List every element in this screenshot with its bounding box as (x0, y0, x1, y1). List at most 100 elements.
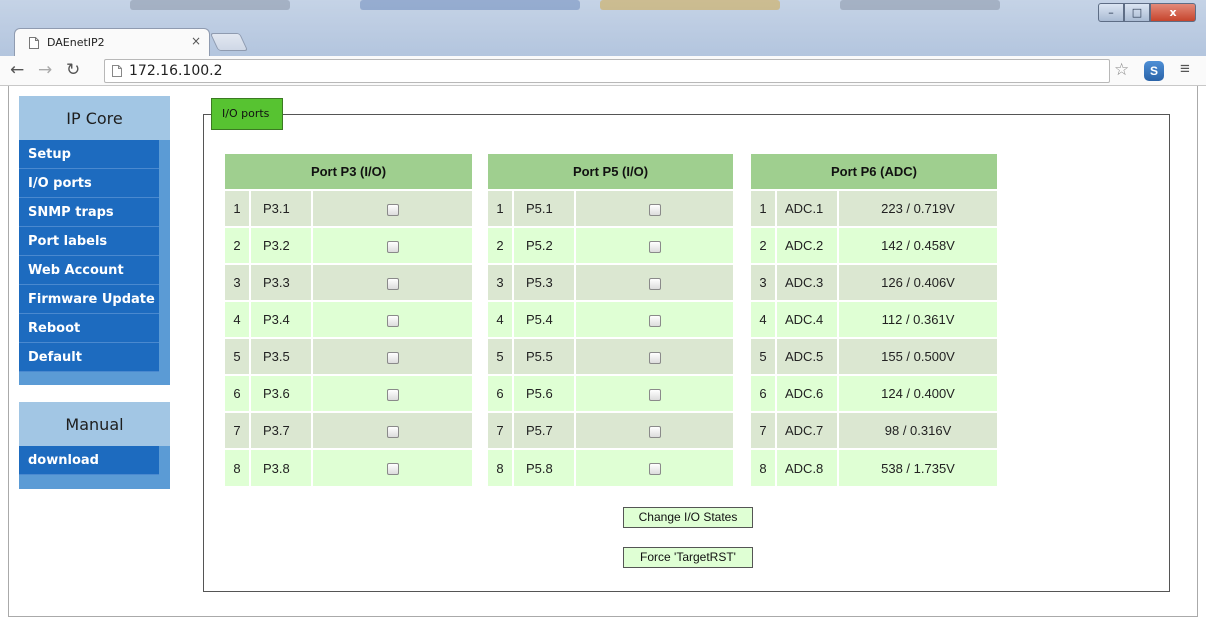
port-checkbox[interactable] (386, 314, 399, 327)
port-name: P3.7 (249, 411, 312, 449)
star-icon[interactable]: ☆ (1114, 60, 1129, 80)
row-number: 3 (488, 263, 513, 301)
table-row: 3 ADC.3 126 / 0.406V (751, 263, 997, 301)
table-row: 7 ADC.7 98 / 0.316V (751, 411, 997, 449)
adc-name: ADC.2 (775, 226, 838, 264)
table-row: 1 P3.1 (225, 189, 472, 227)
port-checkbox[interactable] (386, 425, 399, 438)
port-checkbox-cell (574, 263, 733, 301)
table-row: 4 P5.4 (488, 300, 733, 338)
row-number: 4 (488, 300, 513, 338)
table-row: 4 ADC.4 112 / 0.361V (751, 300, 997, 338)
port-checkbox-cell (311, 448, 472, 486)
row-number: 2 (225, 226, 250, 264)
port-name: P3.5 (249, 337, 312, 375)
back-arrow-icon[interactable]: ← (10, 60, 24, 80)
row-number: 3 (751, 263, 776, 301)
port-checkbox[interactable] (648, 351, 661, 364)
row-number: 1 (751, 189, 776, 227)
adc-value: 112 / 0.361V (837, 300, 997, 338)
adc-name: ADC.5 (775, 337, 838, 375)
row-number: 2 (751, 226, 776, 264)
port-name: P5.8 (512, 448, 575, 486)
port-checkbox[interactable] (648, 463, 661, 476)
adc-value: 142 / 0.458V (837, 226, 997, 264)
maximize-window-button[interactable]: □ (1124, 3, 1150, 22)
sidebar-item-firmware-update[interactable]: Firmware Update (19, 285, 159, 314)
port-checkbox[interactable] (648, 203, 661, 216)
sidebar-item-web-account[interactable]: Web Account (19, 256, 159, 285)
table-header: Port P6 (ADC) (751, 154, 997, 190)
sidebar-item-default[interactable]: Default (19, 343, 159, 372)
table-row: 8 P3.8 (225, 448, 472, 486)
forward-arrow-icon[interactable]: → (38, 60, 52, 80)
browser-tab[interactable]: DAEnetIP2 × (14, 28, 210, 56)
tab-close-icon[interactable]: × (191, 34, 201, 48)
port-checkbox[interactable] (386, 388, 399, 401)
row-number: 1 (225, 189, 250, 227)
port-checkbox-cell (574, 226, 733, 264)
manual-title: Manual (19, 402, 170, 446)
sidebar-item-io-ports[interactable]: I/O ports (19, 169, 159, 198)
row-number: 7 (488, 411, 513, 449)
sidebar-item-port-labels[interactable]: Port labels (19, 227, 159, 256)
row-number: 6 (488, 374, 513, 412)
sidebar-item-download[interactable]: download (19, 446, 159, 475)
table-row: 6 P3.6 (225, 374, 472, 412)
port-checkbox[interactable] (648, 388, 661, 401)
port-checkbox-cell (574, 189, 733, 227)
port-checkbox[interactable] (648, 425, 661, 438)
port-checkbox-cell (311, 300, 472, 338)
port-name: P5.5 (512, 337, 575, 375)
sidebar-footer (19, 372, 170, 385)
close-window-button[interactable]: x (1150, 3, 1196, 22)
address-bar[interactable]: 172.16.100.2 (104, 59, 1110, 83)
sidebar-title: IP Core (19, 96, 170, 140)
port-name: P5.2 (512, 226, 575, 264)
table-row: 5 ADC.5 155 / 0.500V (751, 337, 997, 375)
port-checkbox[interactable] (386, 240, 399, 253)
adc-value: 223 / 0.719V (837, 189, 997, 227)
row-number: 3 (225, 263, 250, 301)
port-checkbox[interactable] (386, 277, 399, 290)
extension-icon[interactable]: S (1144, 61, 1164, 81)
port-checkbox[interactable] (648, 314, 661, 327)
row-number: 8 (225, 448, 250, 486)
port-p3-table: Port P3 (I/O) 1 P3.1 2 P3.2 3 P3.3 4 P3.4 5P… (225, 154, 472, 486)
port-checkbox[interactable] (386, 351, 399, 364)
manual-sidebar: Manual download (19, 402, 170, 489)
adc-value: 155 / 0.500V (837, 337, 997, 375)
adc-value: 538 / 1.735V (837, 448, 997, 486)
sidebar-footer (19, 475, 170, 489)
sidebar-item-setup[interactable]: Setup (19, 140, 159, 169)
port-checkbox[interactable] (386, 463, 399, 476)
port-checkbox[interactable] (386, 203, 399, 216)
adc-value: 124 / 0.400V (837, 374, 997, 412)
table-row: 2 P5.2 (488, 226, 733, 264)
io-ports-legend[interactable]: I/O ports (211, 98, 283, 130)
change-io-states-button[interactable]: Change I/O States (623, 507, 753, 528)
row-number: 5 (751, 337, 776, 375)
port-name: P3.6 (249, 374, 312, 412)
port-name: P3.3 (249, 263, 312, 301)
port-checkbox-cell (574, 411, 733, 449)
table-row: 7 P3.7 (225, 411, 472, 449)
reload-icon[interactable]: ↻ (66, 60, 80, 80)
hamburger-menu-icon[interactable]: ≡ (1180, 59, 1190, 79)
port-checkbox-cell (311, 411, 472, 449)
minimize-window-button[interactable]: – (1098, 3, 1124, 22)
table-row: 5 P3.5 (225, 337, 472, 375)
force-target-reset-button[interactable]: Force 'TargetRST' (623, 547, 753, 568)
sidebar-item-reboot[interactable]: Reboot (19, 314, 159, 343)
blurred-taskbar-area (840, 0, 1000, 10)
row-number: 6 (225, 374, 250, 412)
table-row: 3 P3.3 (225, 263, 472, 301)
blurred-taskbar-area (130, 0, 290, 10)
row-number: 8 (751, 448, 776, 486)
page-icon (112, 65, 122, 77)
row-number: 1 (488, 189, 513, 227)
port-checkbox[interactable] (648, 240, 661, 253)
new-tab-button[interactable] (209, 33, 249, 51)
port-checkbox[interactable] (648, 277, 661, 290)
sidebar-item-snmp-traps[interactable]: SNMP traps (19, 198, 159, 227)
